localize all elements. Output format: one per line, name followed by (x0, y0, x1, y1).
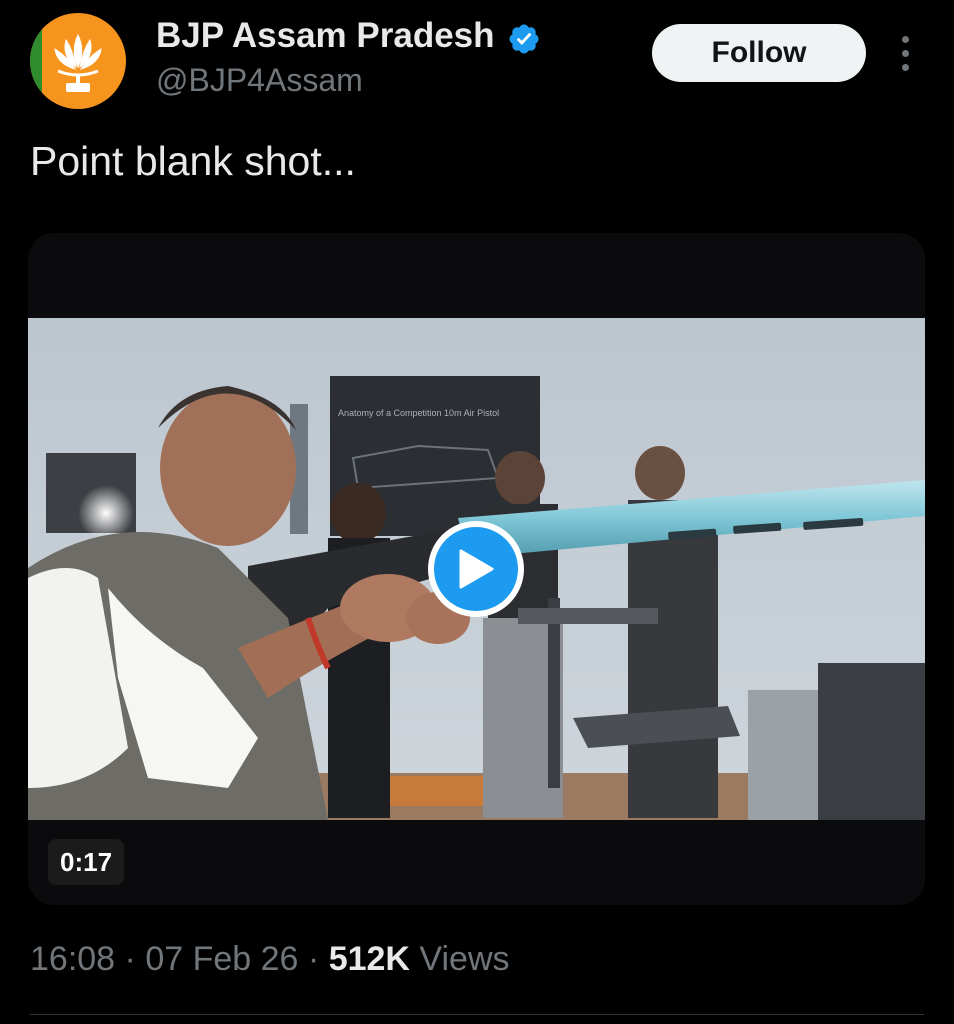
verified-badge-icon (509, 24, 539, 54)
poster-sign-text: Anatomy of a Competition 10m Air Pistol (338, 408, 499, 418)
follow-button[interactable]: Follow (652, 24, 866, 82)
video-duration-badge: 0:17 (48, 839, 125, 885)
more-vertical-icon[interactable] (886, 30, 924, 76)
tweet-meta: 16:08 · 07 Feb 26 · 512K Views (30, 940, 510, 979)
meta-separator: · (124, 940, 136, 978)
lotus-logo-icon (54, 33, 102, 92)
views-count: 512K (328, 940, 410, 978)
meta-separator: · (307, 940, 320, 978)
tweet-text: Point blank shot... (30, 138, 356, 184)
author-handle[interactable]: @BJP4Assam (156, 62, 363, 99)
play-icon[interactable] (428, 521, 524, 617)
tweet-time[interactable]: 16:08 (30, 940, 115, 978)
views-label: Views (419, 940, 510, 978)
tweet-page: BJP Assam Pradesh @BJP4Assam Follow Poin… (0, 0, 954, 1024)
video-card[interactable]: Anatomy of a Competition 10m Air Pistol (28, 233, 925, 905)
author-avatar[interactable] (30, 13, 126, 109)
tweet-date[interactable]: 07 Feb 26 (145, 940, 298, 978)
author-name[interactable]: BJP Assam Pradesh (156, 16, 495, 56)
divider (30, 1014, 924, 1015)
